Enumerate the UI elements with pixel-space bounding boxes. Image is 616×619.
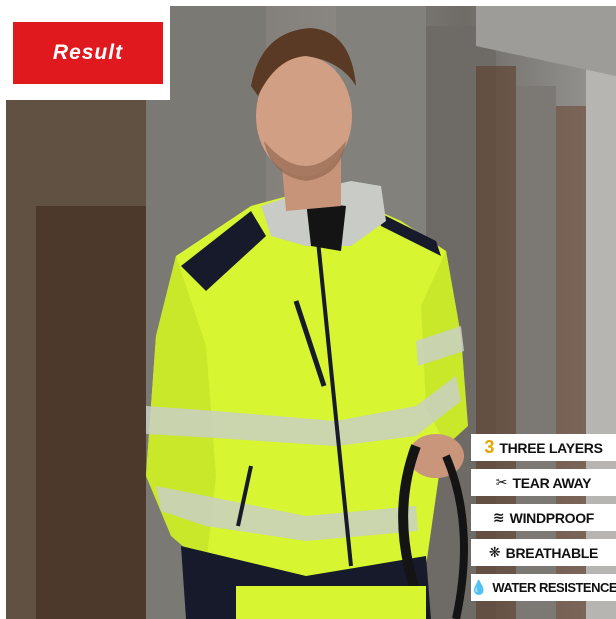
- feature-label: WATER RESISTENCE: [492, 580, 616, 595]
- feature-windproof: ≋ WINDPROOF: [471, 504, 616, 531]
- feature-water-resistence: 💧 WATER RESISTENCE: [469, 574, 616, 601]
- logo-container: Result: [0, 0, 170, 100]
- feature-tear-away: ✂ TEAR AWAY: [471, 469, 616, 496]
- overhead-beam: [476, 6, 616, 76]
- feature-three-layers: 3 THREE LAYERS: [471, 434, 616, 461]
- breathable-icon: ❋: [488, 544, 501, 561]
- scissors-icon: ✂: [495, 474, 508, 491]
- brand-logo-text: Result: [52, 41, 124, 64]
- feature-breathable: ❋ BREATHABLE: [471, 539, 616, 566]
- feature-label: TEAR AWAY: [512, 474, 592, 491]
- number-three-icon: 3: [484, 437, 495, 457]
- water-drop-icon: 💧: [469, 579, 488, 596]
- rust-stain-dark: [36, 206, 156, 619]
- trousers: [236, 586, 426, 619]
- feature-label: THREE LAYERS: [499, 439, 603, 456]
- feature-list: 3 THREE LAYERS ✂ TEAR AWAY ≋ WINDPROOF ❋…: [469, 434, 616, 609]
- wind-icon: ≋: [492, 509, 505, 526]
- brand-logo: Result: [13, 22, 163, 84]
- feature-label: BREATHABLE: [505, 544, 599, 561]
- feature-label: WINDPROOF: [509, 509, 595, 526]
